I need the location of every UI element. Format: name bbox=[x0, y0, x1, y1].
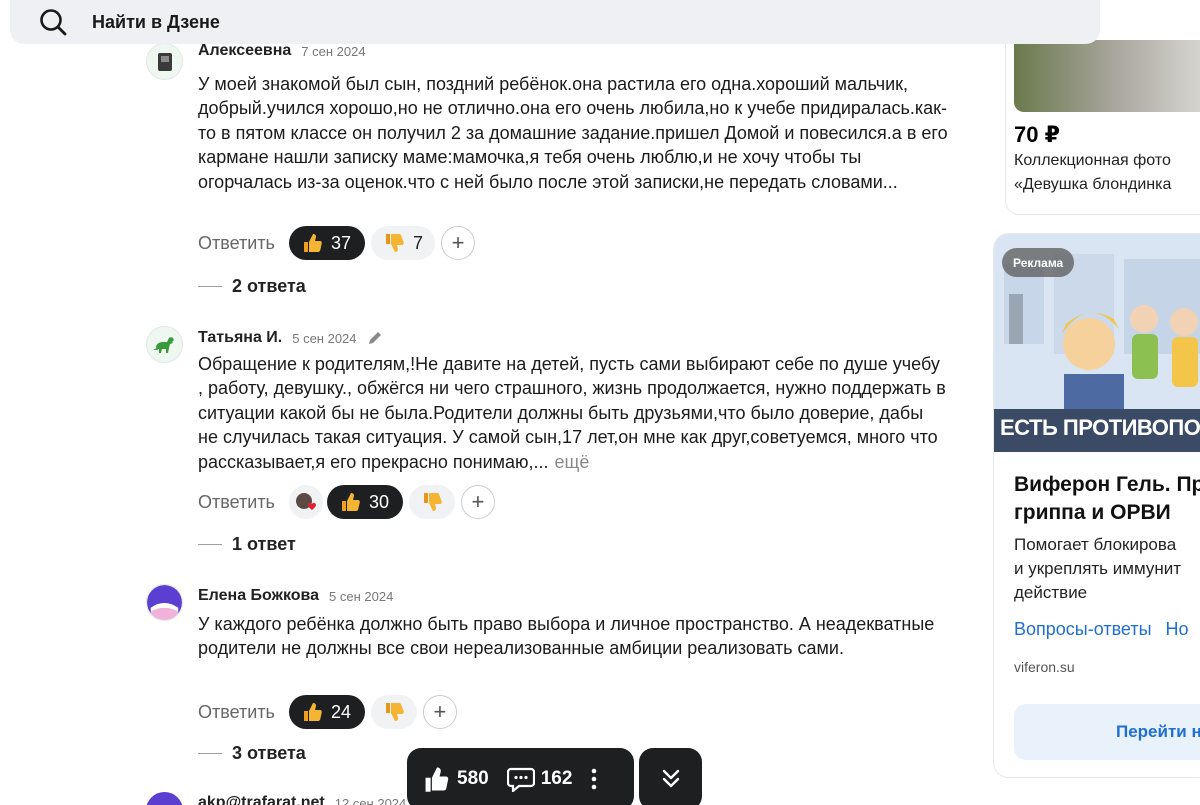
ad-title-line: гриппа и ОРВИ bbox=[1014, 501, 1171, 524]
replies-label: 1 ответ bbox=[232, 534, 296, 554]
ad-body: Помогает блокирова и укреплять иммунит д… bbox=[1014, 533, 1200, 605]
search-bar[interactable]: Найти в Дзене bbox=[10, 0, 1100, 44]
avatar[interactable] bbox=[146, 584, 183, 621]
ad-title: Виферон Гель. Пр гриппа и ОРВИ bbox=[1014, 471, 1200, 527]
comment: Елена Божкова 5 сен 2024 У каждого ребён… bbox=[146, 584, 946, 774]
avatar[interactable] bbox=[146, 792, 183, 805]
ad-badge: Реклама bbox=[1002, 248, 1075, 277]
replies-line bbox=[198, 286, 222, 287]
ad-card[interactable]: Реклама ЕСТЬ ПРОТИВОПОКАЗАНИЯ.П Виферон … bbox=[993, 233, 1200, 778]
ad-links: Вопросы-ответы Но bbox=[1014, 619, 1189, 640]
replies-toggle[interactable]: 1 ответ bbox=[198, 534, 296, 555]
thumbs-up-icon bbox=[303, 234, 322, 252]
avatar-image-icon bbox=[157, 52, 172, 71]
search-label: Найти в Дзене bbox=[92, 11, 220, 32]
comment: Алексеевна 7 сен 2024 У моей знакомой бы… bbox=[146, 40, 948, 300]
like-button[interactable]: 24 bbox=[288, 695, 365, 729]
plus-icon: + bbox=[471, 489, 485, 514]
comment-date: 12 сен 2024 bbox=[334, 795, 407, 805]
dinosaur-icon bbox=[152, 336, 174, 353]
ad-body-line: действие bbox=[1014, 583, 1088, 602]
avatar[interactable] bbox=[146, 326, 183, 363]
floating-action-bar: 580 162 bbox=[407, 748, 634, 805]
like-count: 24 bbox=[330, 701, 351, 722]
product-description: Коллекционная фото «Девушка блондинка bbox=[1014, 149, 1200, 197]
replies-line bbox=[198, 544, 222, 545]
comment-text: У каждого ребёнка должно быть право выбо… bbox=[198, 614, 935, 659]
comment-actions: Ответить 24 + bbox=[198, 695, 457, 729]
thumbs-up-icon bbox=[425, 767, 449, 792]
product-image bbox=[1014, 40, 1200, 112]
comment-author[interactable]: Елена Божкова bbox=[198, 587, 319, 605]
ad-title-line: Виферон Гель. Пр bbox=[1014, 473, 1200, 496]
pencil-icon bbox=[368, 332, 381, 344]
product-price: 70 ₽ bbox=[1014, 122, 1060, 147]
plus-icon: + bbox=[451, 230, 465, 255]
reply-button[interactable]: Ответить bbox=[198, 233, 275, 254]
ad-link-second[interactable]: Но bbox=[1166, 619, 1189, 640]
like-button[interactable]: 30 bbox=[326, 485, 403, 519]
ad-body-line: Помогает блокирова bbox=[1014, 535, 1177, 554]
avatar-image-icon bbox=[147, 585, 182, 620]
plus-icon: + bbox=[433, 699, 447, 724]
dislike-button[interactable] bbox=[370, 695, 417, 729]
comment-date: 7 сен 2024 bbox=[301, 43, 366, 59]
more-link[interactable]: ещё bbox=[555, 452, 590, 472]
comment-text: Обращение к родителям,!Не давите на дете… bbox=[198, 352, 948, 474]
ad-domain: viferon.su bbox=[1014, 659, 1075, 675]
reply-button[interactable]: Ответить bbox=[198, 492, 275, 513]
heart-face-icon bbox=[295, 493, 316, 510]
avatar[interactable] bbox=[146, 43, 183, 80]
product-desc-line: Коллекционная фото bbox=[1014, 152, 1171, 169]
replies-label: 2 ответа bbox=[232, 276, 306, 296]
ad-go-button[interactable]: Перейти н bbox=[1014, 704, 1200, 760]
thumbs-down-icon bbox=[385, 234, 404, 252]
ad-body-line: и укреплять иммунит bbox=[1014, 559, 1181, 578]
article-comments-button[interactable]: 162 bbox=[506, 766, 573, 792]
comment-author[interactable]: Алексеевна bbox=[198, 42, 291, 60]
product-desc-line: «Девушка блондинка bbox=[1014, 176, 1172, 193]
product-card[interactable]: 70 ₽ Коллекционная фото «Девушка блондин… bbox=[1005, 40, 1200, 215]
thumbs-up-icon bbox=[303, 703, 322, 721]
add-reaction-button[interactable]: + bbox=[460, 485, 495, 519]
thumbs-down-icon bbox=[423, 493, 442, 511]
replies-label: 3 ответа bbox=[232, 743, 306, 763]
article-comment-count: 162 bbox=[540, 768, 573, 789]
comment-date: 5 сен 2024 bbox=[329, 588, 394, 604]
dislike-button[interactable]: 7 bbox=[370, 226, 435, 260]
like-button[interactable]: 37 bbox=[288, 226, 365, 260]
comment-author[interactable]: Татьяна И. bbox=[198, 329, 282, 347]
comment-actions: Ответить 37 7 + bbox=[198, 226, 475, 260]
add-reaction-button[interactable]: + bbox=[441, 226, 475, 260]
comment-actions: Ответить 30 + bbox=[198, 485, 495, 519]
replies-toggle[interactable]: 3 ответа bbox=[198, 743, 306, 764]
add-reaction-button[interactable]: + bbox=[422, 695, 457, 729]
thumbs-up-icon bbox=[341, 493, 360, 511]
dislike-count: 7 bbox=[412, 232, 423, 253]
thumbs-down-icon bbox=[385, 703, 404, 721]
more-vertical-icon bbox=[592, 768, 597, 790]
like-count: 30 bbox=[368, 491, 389, 512]
replies-line bbox=[198, 753, 222, 754]
ad-link-faq[interactable]: Вопросы-ответы bbox=[1014, 619, 1152, 640]
scroll-down-button[interactable] bbox=[639, 748, 702, 805]
double-chevron-down-icon bbox=[662, 769, 679, 788]
comment-text: У моей знакомой был сын, поздний ребёнок… bbox=[198, 74, 948, 192]
more-options-button[interactable] bbox=[590, 767, 598, 791]
reaction-heart-button[interactable] bbox=[288, 485, 323, 519]
comment-date: 5 сен 2024 bbox=[292, 330, 357, 346]
article-like-count: 580 bbox=[457, 768, 489, 789]
like-count: 37 bbox=[330, 232, 351, 253]
article-like-button[interactable]: 580 bbox=[423, 765, 489, 793]
replies-toggle[interactable]: 2 ответа bbox=[198, 276, 306, 297]
comment-author[interactable]: akp@trafarat.net bbox=[198, 794, 325, 805]
comment-icon bbox=[506, 767, 535, 792]
reply-button[interactable]: Ответить bbox=[198, 702, 275, 723]
comment: Татьяна И. 5 сен 2024 Обращение к родите… bbox=[146, 324, 946, 564]
dislike-button[interactable] bbox=[408, 485, 455, 519]
ad-disclaimer: ЕСТЬ ПРОТИВОПОКАЗАНИЯ.П bbox=[994, 409, 1200, 452]
search-icon bbox=[40, 9, 67, 36]
